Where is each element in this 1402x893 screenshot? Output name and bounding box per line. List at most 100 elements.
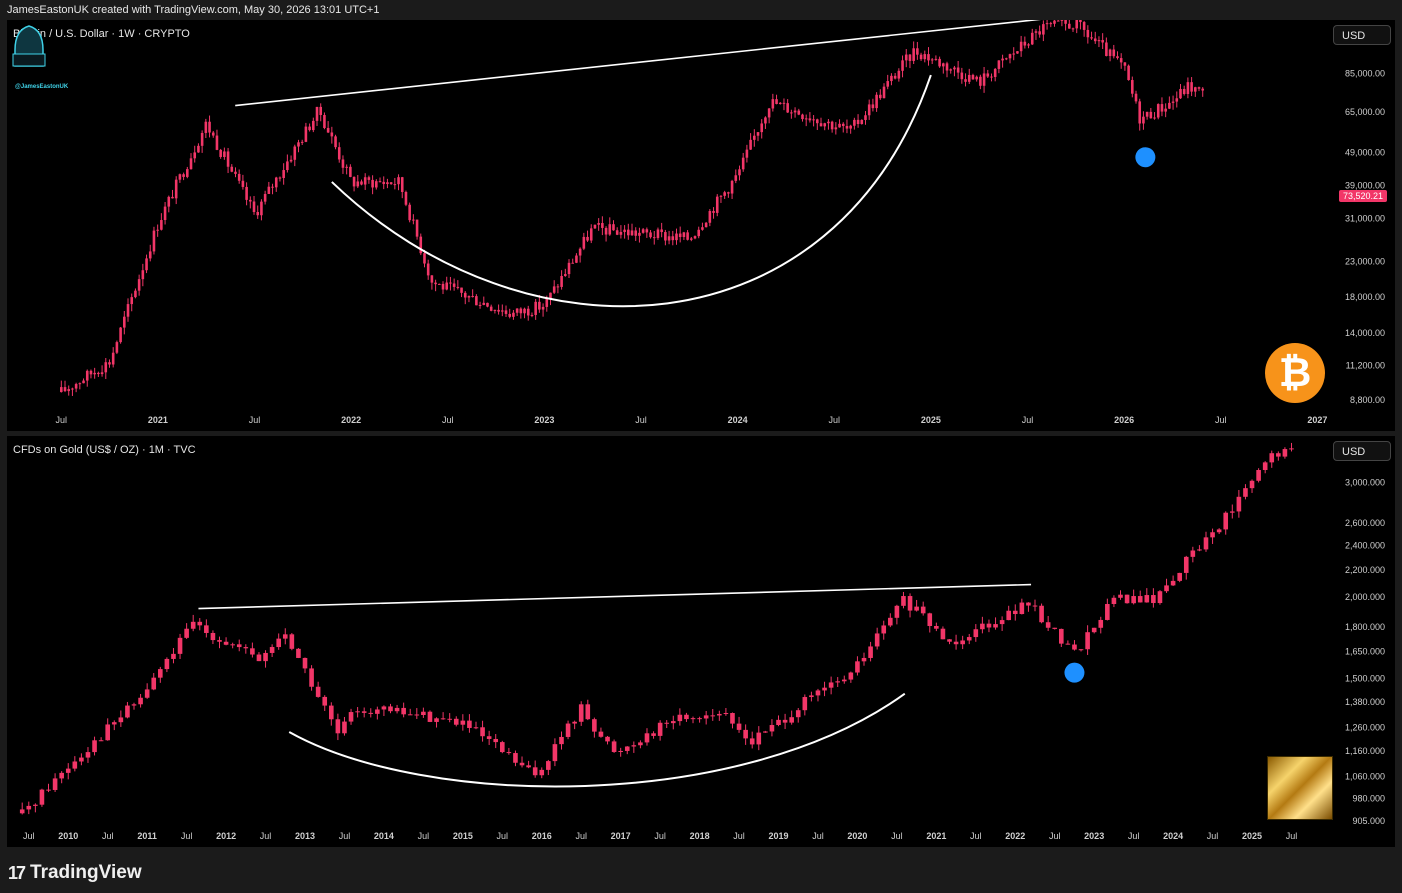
candle-body [97,372,100,375]
x-tick-label: 2025 [1242,831,1262,841]
bitcoin-chart-svg[interactable]: 325,000.00245,000.00185,000.00145,000.00… [7,20,1395,431]
candle-body [263,193,267,202]
candle-body [717,713,722,716]
candle-body [407,714,413,716]
candle-body [541,306,545,310]
candle-body [556,286,560,288]
candle-body [874,633,880,647]
candle-body [712,211,715,213]
candle-body [738,169,741,176]
candle-body [184,628,189,638]
candle-body [322,696,328,706]
gold-chart-svg[interactable]: 3,000.000 2,600.000 2,400.000 2,200.000 2,00… [7,436,1395,847]
blue-dot-marker[interactable] [1064,662,1085,683]
candle-body [1038,31,1041,35]
bitcoin-currency-button[interactable]: USD [1333,25,1391,45]
candle-body [319,106,323,116]
blue-dot-marker[interactable] [1135,147,1156,168]
candle-body [990,76,993,78]
candle-body [145,258,148,271]
candle-body [355,711,360,713]
candle-body [795,710,801,718]
gold-currency-button[interactable]: USD [1333,441,1391,461]
candle-body [677,714,683,722]
gold-chart-pane[interactable]: 3,000.000 2,600.000 2,400.000 2,200.000 2,00… [7,436,1395,847]
candle-body [1030,32,1034,45]
x-tick-label: 2023 [534,415,554,425]
x-tick-label: 2010 [58,831,78,841]
candle-body [701,227,704,230]
candle-body [256,654,262,662]
candle-body [463,292,467,298]
resistance-trendline[interactable] [198,583,1032,610]
candle-body [421,711,426,716]
candle-body [478,304,482,306]
candle-body [1001,58,1004,61]
candle-body [486,302,489,307]
candle-body [300,141,304,143]
x-tick-label: 2016 [532,831,552,841]
candle-body [1049,23,1053,25]
y-tick-label: 31,000.00 [1345,214,1385,224]
candle-body [211,132,215,136]
candle-body [210,632,216,641]
candle-body [519,762,525,766]
x-tick-label: 2024 [728,415,748,425]
candle-body [467,720,472,728]
rounded-bottom-curve[interactable] [331,74,932,308]
candle-body [538,301,541,310]
candle-body [401,707,406,715]
candle-body [888,617,893,626]
candle-body [552,744,558,762]
candle-body [1039,605,1044,623]
x-tick-label: Jul [181,831,193,841]
candle-body [624,746,630,751]
candle-body [215,135,219,150]
candle-body [756,732,762,745]
candle-body [85,370,89,381]
candle-body [675,233,678,241]
x-tick-label: 2017 [611,831,631,841]
y-tick-label: 14,000.00 [1345,328,1385,338]
candle-body [388,706,393,712]
candle-body [93,372,96,375]
candle-body [575,255,578,263]
candle-body [549,292,552,299]
candle-body [604,227,608,235]
candle-body [482,302,486,305]
candle-body [804,118,808,120]
candle-body [835,681,841,683]
candle-body [497,309,500,312]
candle-body [309,668,314,687]
rounded-bottom-curve[interactable] [288,692,906,788]
candle-body [158,669,163,678]
candle-body [775,99,778,105]
candle-body [1032,605,1038,607]
candle-body [927,613,933,627]
candle-body [664,722,670,724]
candle-body [434,718,439,722]
candle-body [710,715,716,717]
x-tick-label: 2022 [341,415,361,425]
candle-body [1190,82,1193,92]
candle-body [546,761,551,770]
y-tick-label: 85,000.00 [1345,68,1385,78]
candle-body [286,161,289,171]
tradingview-footer[interactable]: 17 TradingView [8,862,142,884]
candle-body [927,54,930,61]
candle-body [651,733,656,736]
candle-body [1142,116,1145,124]
candle-body [506,752,512,754]
candle-body [278,177,282,179]
candle-body [605,736,610,742]
candle-body [1282,449,1288,457]
candle-body [1090,37,1093,39]
candle-body [823,123,827,127]
candle-body [975,76,978,80]
candle-body [856,119,860,124]
candle-body [78,383,82,385]
candle-body [841,123,845,127]
x-tick-label: Jul [418,831,430,841]
bitcoin-chart-pane[interactable]: 325,000.00245,000.00185,000.00145,000.00… [7,20,1395,431]
candle-body [638,742,643,746]
